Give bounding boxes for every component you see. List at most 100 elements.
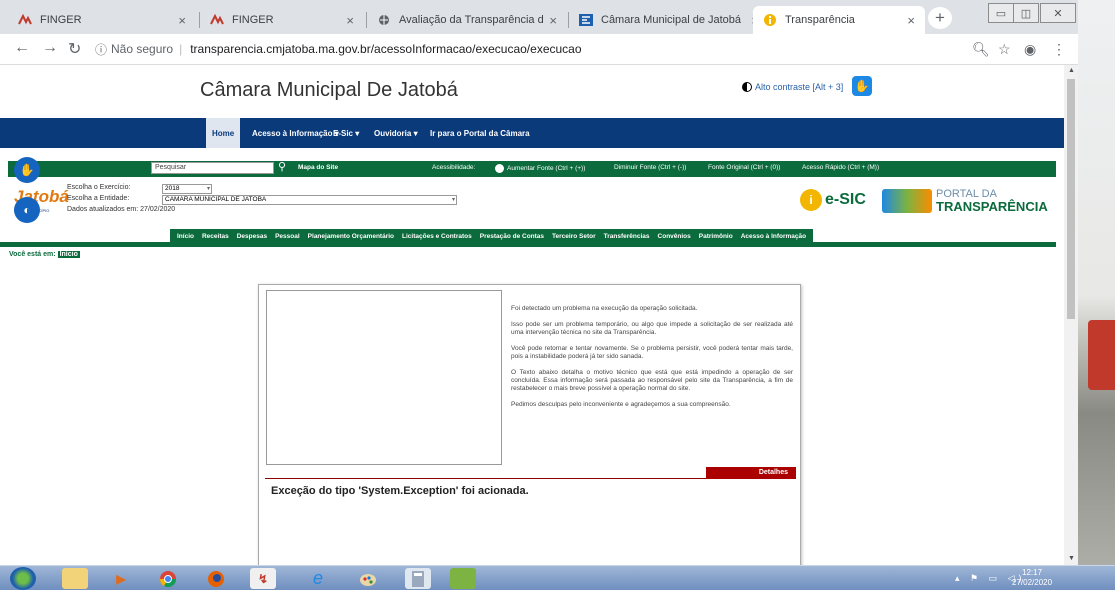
details-button[interactable]: Detalhes (706, 467, 796, 479)
scroll-down-icon[interactable]: ▼ (1068, 555, 1075, 562)
firefox-icon[interactable] (203, 568, 229, 589)
year-select[interactable]: 2018 ▾ (162, 184, 212, 194)
contrast-label: Alto contraste [Alt + 3] (755, 82, 844, 92)
portal-toolbar: Pesquisar ⚲ Mapa do Site Acessibilidade:… (8, 161, 1056, 177)
tab-title: FINGER (232, 14, 274, 26)
contrast-toggle[interactable]: Alto contraste [Alt + 3] (742, 82, 843, 92)
internet-explorer-icon[interactable]: e (305, 568, 331, 589)
nav-home[interactable]: Home (206, 118, 241, 148)
esic-logo[interactable]: i e-SIC (800, 189, 866, 211)
url-text[interactable]: transparencia.cmjatoba.ma.gov.br/acessoI… (190, 42, 581, 56)
section-convenios[interactable]: Convênios (654, 233, 695, 240)
taskbar: ▶ ↯ e ▴ ⚑ ▭ ◁) 12:17 27/02/2020 (0, 565, 1115, 590)
menu-icon[interactable]: ⋮ (1052, 41, 1066, 58)
close-icon[interactable]: × (346, 13, 354, 28)
globe-icon (377, 13, 391, 27)
section-inicio[interactable]: Início (173, 233, 198, 240)
scrollbar-thumb[interactable] (1067, 79, 1075, 319)
back-arrow-icon[interactable]: ← (14, 39, 30, 57)
breadcrumb: Você está em: Início (9, 251, 80, 258)
sitemap-link[interactable]: Mapa do Site (298, 164, 338, 171)
profile-icon[interactable]: ◉ (1024, 41, 1036, 58)
nav-ouvidoria[interactable]: Ouvidoria ▾ (368, 118, 424, 148)
browser-tab[interactable]: Câmara Municipal de Jatobá × (569, 6, 769, 34)
desktop-background (1078, 0, 1115, 590)
info-icon[interactable]: ⓘ (95, 41, 107, 58)
close-icon[interactable]: × (907, 13, 915, 28)
browser-tab-active[interactable]: Transparência × (753, 6, 925, 34)
error-panel: Foi detectado um problema na execução da… (258, 284, 801, 565)
zoom-icon[interactable]: 🔍︎ (972, 41, 990, 58)
section-pessoal[interactable]: Pessoal (271, 233, 304, 240)
taskbar-clock[interactable]: 12:17 27/02/2020 (1012, 568, 1052, 588)
start-button[interactable] (10, 567, 36, 590)
browser-tab[interactable]: FINGER × (200, 6, 364, 34)
accessibility-floating-icon[interactable]: ◐ (14, 197, 40, 223)
tab-title: Avaliação da Transparência dos (399, 14, 544, 26)
page-scrollbar[interactable]: ▲ ▼ (1064, 65, 1078, 565)
paint-icon[interactable] (355, 568, 381, 589)
file-explorer-icon[interactable] (62, 568, 88, 589)
section-despesas[interactable]: Despesas (233, 233, 271, 240)
portal-transparencia-logo[interactable]: PORTAL DA TRANSPARÊNCIA (882, 189, 1048, 213)
chevron-down-icon: ▾ (206, 186, 210, 192)
chrome-icon[interactable] (155, 568, 181, 589)
minimize-button[interactable]: ▭ (988, 3, 1014, 23)
section-planejamento[interactable]: Planejamento Orçamentário (304, 233, 398, 240)
entity-select[interactable]: CAMARA MUNICIPAL DE JATOBA ▾ (162, 195, 457, 205)
info-icon: i (800, 189, 822, 211)
contrast-dot-icon (495, 164, 504, 173)
esic-text: e-SIC (825, 191, 866, 208)
accessibility-label: Acessibilidade: (432, 164, 476, 171)
site-favicon-icon (579, 13, 593, 27)
hand-sign-icon[interactable]: ✋ (852, 76, 872, 96)
nav-esic[interactable]: E-Sic ▾ (327, 118, 365, 148)
section-acesso-informacao[interactable]: Acesso à Informação (737, 233, 810, 240)
error-paragraph: O Texto abaixo detalha o motivo técnico … (511, 369, 793, 392)
nav-portal-camara[interactable]: Ir para o Portal da Câmara (424, 118, 536, 148)
error-image (266, 290, 502, 465)
year-label: Escolha o Exercício: (67, 184, 131, 191)
finger-app-icon[interactable]: ↯ (250, 568, 276, 589)
reload-icon[interactable]: ↻ (68, 39, 81, 59)
app-icon[interactable] (450, 568, 476, 589)
quick-access-link[interactable]: Acesso Rápido (Ctrl + (M)) (802, 164, 879, 171)
tab-title: FINGER (40, 14, 82, 26)
details-bar: Detalhes (265, 467, 796, 479)
close-icon[interactable]: × (178, 13, 186, 28)
main-nav: Home Acesso à Informação ▾ E-Sic ▾ Ouvid… (0, 118, 1064, 148)
forward-arrow-icon[interactable]: → (42, 39, 58, 57)
section-licitacoes[interactable]: Licitações e Contratos (398, 233, 476, 240)
error-paragraph: Pedimos desculpas pelo inconveniente e a… (511, 401, 731, 408)
finger-favicon-icon (210, 13, 224, 27)
hand-sign-floating-icon[interactable]: ✋ (14, 157, 40, 183)
search-icon[interactable]: ⚲ (278, 160, 286, 173)
media-player-icon[interactable]: ▶ (108, 568, 134, 589)
section-prestacao[interactable]: Prestação de Contas (476, 233, 548, 240)
section-transferencias[interactable]: Transferências (600, 233, 654, 240)
calculator-icon[interactable] (405, 568, 431, 589)
close-icon[interactable]: × (549, 13, 557, 28)
font-decrease-link[interactable]: Diminuir Fonte (Ctrl + (-)) (614, 164, 686, 171)
browser-tab[interactable]: Avaliação da Transparência dos × (367, 6, 567, 34)
info-favicon-icon (763, 13, 777, 27)
star-icon[interactable]: ☆ (998, 41, 1011, 58)
font-increase-link[interactable]: Aumentar Fonte (Ctrl + (+)) (495, 164, 585, 173)
section-patrimonio[interactable]: Patrimônio (695, 233, 737, 240)
desktop-object (1088, 320, 1115, 390)
screen: FINGER × FINGER × Avaliação da Transparê… (0, 0, 1115, 590)
section-terceiro-setor[interactable]: Terceiro Setor (548, 233, 600, 240)
browser-tab[interactable]: FINGER × (8, 6, 196, 34)
section-receitas[interactable]: Receitas (198, 233, 233, 240)
contrast-icon (742, 82, 752, 92)
new-tab-button[interactable]: + (928, 7, 952, 29)
tab-title: Câmara Municipal de Jatobá (601, 14, 742, 26)
close-window-button[interactable]: ✕ (1040, 3, 1076, 23)
search-input[interactable]: Pesquisar (151, 162, 274, 174)
maximize-button[interactable]: ◫ (1013, 3, 1039, 23)
address-bar[interactable]: ⓘ Não seguro | transparencia.cmjatoba.ma… (95, 37, 1115, 61)
scroll-up-icon[interactable]: ▲ (1068, 67, 1075, 74)
font-original-link[interactable]: Fonte Original (Ctrl + (0)) (708, 164, 780, 171)
breadcrumb-current[interactable]: Início (57, 251, 80, 258)
people-icon (882, 189, 932, 213)
